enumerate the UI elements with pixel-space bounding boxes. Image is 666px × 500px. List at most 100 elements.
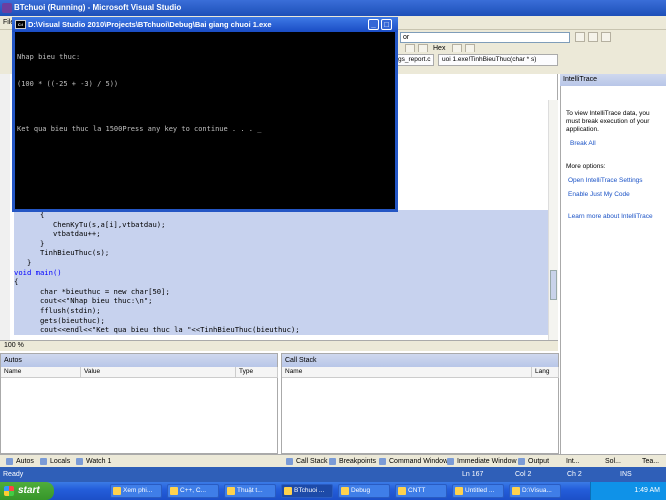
callstack-panel: Call Stack Name Lang <box>281 353 559 454</box>
vs-title-text: BTchuoi (Running) - Microsoft Visual Stu… <box>14 3 182 12</box>
tab-solution[interactable]: Sol... <box>605 457 621 467</box>
cmd-icon: C:\ <box>15 20 26 29</box>
console-line: Ket qua bieu thuc la 1500Press any key t… <box>17 125 262 133</box>
console-line: Nhap bieu thuc: <box>17 53 81 61</box>
intellitrace-message: To view IntelliTrace data, you must brea… <box>566 110 650 133</box>
console-line: (100 * ((-25 + -3) / 5)) <box>17 80 119 88</box>
code-line: cout<<"Nhap bieu thuc:\n"; <box>14 296 554 306</box>
locals-icon <box>40 458 47 465</box>
task-xem-phim[interactable]: Xem phi... <box>110 484 162 498</box>
just-my-code-link[interactable]: Enable Just My Code <box>568 191 630 199</box>
maximize-button[interactable]: □ <box>381 19 392 30</box>
code-line: ChenKyTu(s,a[i],vtbatdau); <box>14 219 554 230</box>
code-line: fflush(stdin); <box>14 305 554 316</box>
code-line: void main() <box>14 267 554 278</box>
learn-more-link[interactable]: Learn more about IntelliTrace <box>568 213 653 221</box>
tab-gs-report[interactable]: gs_report.c <box>394 54 434 66</box>
tab-breakpoints[interactable]: Breakpoints <box>329 456 376 467</box>
more-options-label: More options: <box>566 163 606 170</box>
task-cpp[interactable]: C++, C... <box>167 484 219 498</box>
editor-scroll-thumb[interactable] <box>550 270 557 300</box>
code-line: { <box>14 277 554 287</box>
task-untitled[interactable]: Untitled ... <box>452 484 504 498</box>
folder-icon <box>341 487 349 495</box>
tab-team[interactable]: Tea... <box>642 457 659 467</box>
tab-immediate-window[interactable]: Immediate Window <box>447 456 517 467</box>
status-col: Col 2 <box>515 471 532 478</box>
document-tabs: gs_report.c uoi 1.exe!TinhBieuThuc(char … <box>394 52 558 66</box>
browser-icon <box>170 487 178 495</box>
tab-intellitrace[interactable]: Int... <box>566 457 580 467</box>
tab-command-window[interactable]: Command Window <box>379 456 448 467</box>
code-line: } <box>14 257 554 268</box>
tab-tinhbieuthuc[interactable]: uoi 1.exe!TinhBieuThuc(char * s) <box>438 54 558 66</box>
console-title-bar[interactable]: C:\ D:\Visual Studio 2010\Projects\BTchu… <box>12 17 398 32</box>
tab-output[interactable]: Output <box>518 456 549 467</box>
system-tray: 1:49 AM <box>590 482 666 500</box>
task-btchuoi[interactable]: BTchuoi ... <box>281 484 333 498</box>
paint-icon <box>455 487 463 495</box>
cmd-icon <box>512 487 520 495</box>
task-console[interactable]: D:\Visua... <box>509 484 561 498</box>
tab-locals[interactable]: Locals <box>40 456 70 467</box>
code-lines: { ChenKyTu(s,a[i],vtbatdau); vtbatdau++;… <box>14 210 554 335</box>
toolbar-button-3[interactable] <box>601 32 611 42</box>
browser-icon <box>227 487 235 495</box>
windows-flag-icon <box>4 486 14 496</box>
tab-watch[interactable]: Watch 1 <box>76 456 111 467</box>
autos-header: Autos <box>1 354 277 367</box>
code-line: gets(bieuthuc); <box>14 315 554 326</box>
command-window-icon <box>379 458 386 465</box>
immediate-window-icon <box>447 458 454 465</box>
callstack-header: Call Stack <box>282 354 558 367</box>
editor-scrollbar[interactable] <box>548 100 558 340</box>
intellitrace-tabs: Int... Sol... Tea... <box>560 454 666 467</box>
status-ch: Ch 2 <box>567 471 582 478</box>
console-output: Nhap bieu thuc: (100 * ((-25 + -3) / 5))… <box>17 35 392 143</box>
code-line: } <box>14 238 554 249</box>
folder-icon <box>113 487 121 495</box>
folder-icon <box>398 487 406 495</box>
minimize-button[interactable]: _ <box>368 19 379 30</box>
break-all-link[interactable]: Break All <box>570 140 596 148</box>
callstack-col-name[interactable]: Name <box>282 367 532 378</box>
status-bar: Ready Ln 167 Col 2 Ch 2 INS <box>0 467 666 482</box>
toolbar-button-1[interactable] <box>575 32 585 42</box>
output-icon <box>518 458 525 465</box>
toolbar-button-2[interactable] <box>588 32 598 42</box>
code-line: cout<<endl<<"Ket qua bieu thuc la "<<Tin… <box>14 325 554 335</box>
status-ready: Ready <box>3 471 24 478</box>
editor-margin <box>0 74 10 342</box>
zoom-level[interactable]: 100 % <box>4 342 24 349</box>
vs-title-bar: BTchuoi (Running) - Microsoft Visual Stu… <box>0 0 666 16</box>
watch-icon <box>76 458 83 465</box>
task-cntt[interactable]: CNTT <box>395 484 447 498</box>
visual-studio-icon <box>2 3 12 13</box>
status-ins: INS <box>620 471 632 478</box>
autos-col-value[interactable]: Value <box>81 367 236 378</box>
code-line: char *bieuthuc = new char[50]; <box>14 286 554 297</box>
console-title-text: D:\Visual Studio 2010\Projects\BTchuoi\D… <box>28 20 272 29</box>
code-line: TinhBieuThuc(s); <box>14 248 554 258</box>
intellitrace-header: IntelliTrace <box>560 74 666 86</box>
taskbar <box>0 482 666 500</box>
tab-call-stack[interactable]: Call Stack <box>286 456 328 467</box>
tab-autos[interactable]: Autos <box>6 456 34 467</box>
solution-config-combo[interactable]: or <box>400 32 570 43</box>
task-debug[interactable]: Debug <box>338 484 390 498</box>
autos-icon <box>6 458 13 465</box>
visual-studio-icon <box>284 487 292 495</box>
task-thuat-toan[interactable]: Thuật t... <box>224 484 276 498</box>
zoom-bar: 100 % <box>0 340 558 351</box>
breakpoints-icon <box>329 458 336 465</box>
clock[interactable]: 1:49 AM <box>634 487 660 494</box>
call-stack-icon <box>286 458 293 465</box>
autos-col-name[interactable]: Name <box>1 367 81 378</box>
autos-panel: Autos Name Value Type <box>0 353 278 454</box>
start-button[interactable]: start <box>0 482 54 500</box>
callstack-col-lang[interactable]: Lang <box>532 367 559 378</box>
autos-col-type[interactable]: Type <box>236 367 278 378</box>
intellitrace-settings-link[interactable]: Open IntelliTrace Settings <box>568 177 643 185</box>
status-line: Ln 167 <box>462 471 484 478</box>
bottom-tabs: Autos Locals Watch 1 Call Stack Breakpoi… <box>0 454 560 467</box>
